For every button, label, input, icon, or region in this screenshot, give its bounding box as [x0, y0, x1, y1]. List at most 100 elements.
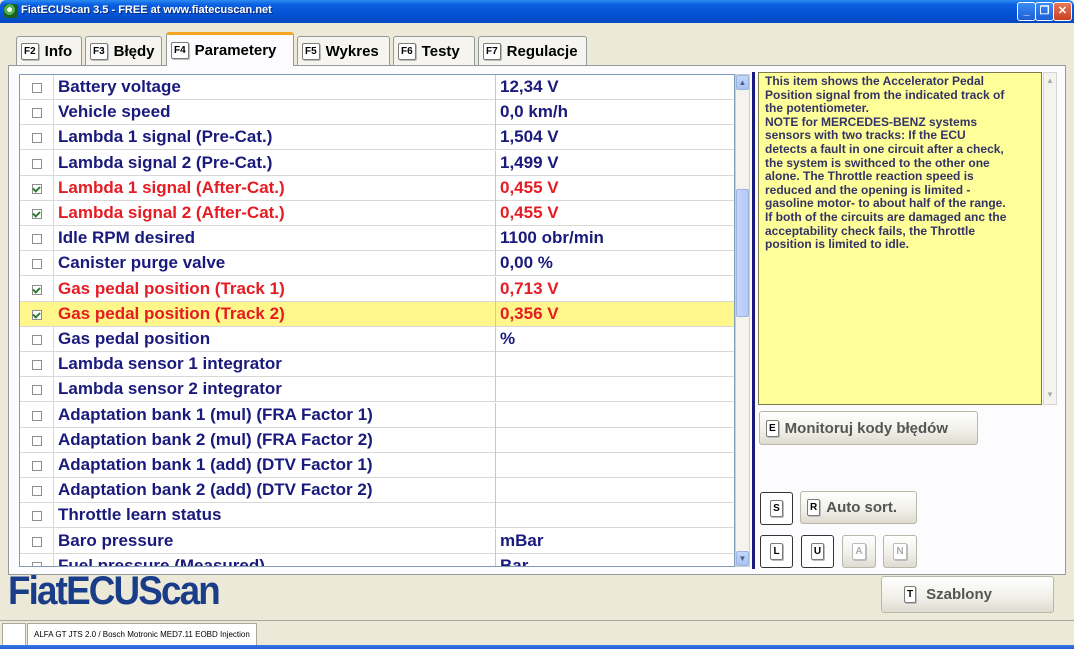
table-row[interactable]: Lambda signal 2 (After-Cat.) 0,455 V [20, 201, 734, 226]
parameter-table[interactable]: Battery voltage 12,34 V Vehicle speed 0,0 k… [19, 74, 735, 567]
parameter-value: 0,00 % [500, 253, 553, 273]
row-checkbox[interactable] [32, 83, 42, 93]
cell-divider [495, 75, 496, 100]
button-key: A [852, 543, 866, 560]
table-row[interactable]: Throttle learn status [20, 503, 734, 529]
table-row[interactable]: Lambda signal 2 (Pre-Cat.) 1,499 V [20, 150, 734, 176]
cell-divider [495, 251, 496, 277]
row-checkbox[interactable] [32, 435, 42, 446]
button-key: R [807, 499, 821, 516]
tab-regulacje[interactable]: F7 Regulacje [478, 36, 587, 65]
l-button[interactable]: L [760, 535, 793, 568]
table-row[interactable]: Baro pressure mBar [20, 528, 734, 554]
row-checkbox[interactable] [32, 461, 42, 471]
row-checkbox[interactable] [32, 234, 42, 245]
monitor-error-codes-button[interactable]: E Monitoruj kody błędów [759, 411, 978, 445]
parameter-value: 0,455 V [500, 177, 559, 197]
row-checkbox[interactable] [32, 385, 42, 396]
row-checkbox[interactable] [32, 209, 42, 219]
tab-testy[interactable]: F6 Testy [393, 36, 475, 65]
tab-label: Wykres [325, 42, 379, 60]
row-checkbox[interactable] [32, 133, 42, 144]
table-row[interactable]: Lambda sensor 2 integrator [20, 377, 734, 403]
table-row[interactable]: Canister purge valve 0,00 % [20, 251, 734, 277]
a-button[interactable]: A [842, 535, 876, 568]
row-checkbox[interactable] [32, 410, 42, 421]
tab-bledy[interactable]: F3 Błędy [85, 36, 162, 65]
scroll-down-icon[interactable]: ▼ [736, 551, 749, 566]
table-row[interactable]: Adaptation bank 1 (add) (DTV Factor 1) [20, 453, 734, 478]
parameter-value: 0,713 V [500, 278, 559, 298]
maximize-button[interactable]: ❐ [1035, 2, 1054, 21]
table-row[interactable]: Lambda 1 signal (After-Cat.) 0,455 V [20, 175, 734, 201]
row-checkbox[interactable] [32, 259, 42, 270]
fiatecuscan-window: FiatECUScan 3.5 - FREE at www.fiatecusca… [0, 0, 1074, 649]
tab-key: F4 [171, 42, 189, 59]
cell-divider [495, 125, 496, 151]
tab-label: Testy [421, 42, 460, 60]
tab-parametery[interactable]: F4 Parametery [166, 32, 294, 66]
button-key: E [766, 419, 779, 437]
tab-label: Info [44, 42, 73, 60]
parameter-name: Gas pedal position (Track 1) [58, 278, 285, 298]
row-checkbox[interactable] [32, 284, 42, 295]
table-row[interactable]: Gas pedal position (Track 1) 0,713 V [20, 276, 734, 302]
fiatecuscan-logo: FiatECUScan [8, 569, 221, 613]
table-row[interactable]: Battery voltage 12,34 V [20, 75, 734, 100]
title-bar[interactable]: FiatECUScan 3.5 - FREE at www.fiatecusca… [0, 0, 1074, 23]
cell-divider [495, 100, 496, 126]
row-checkbox[interactable] [32, 158, 42, 169]
button-key: L [770, 543, 783, 560]
tab-key: F2 [21, 42, 39, 60]
scroll-up-icon[interactable]: ▲ [1044, 75, 1056, 89]
scroll-down-icon[interactable]: ▼ [1044, 389, 1056, 403]
minimize-button[interactable]: _ [1017, 2, 1036, 21]
templates-button[interactable]: T Szablony [881, 576, 1054, 613]
cell-divider [495, 226, 496, 252]
parameter-name: Lambda 1 signal (After-Cat.) [58, 177, 285, 197]
description-scrollbar[interactable]: ▲ ▼ [1043, 72, 1057, 405]
parameter-name: Adaptation bank 2 (mul) (FRA Factor 2) [58, 429, 373, 449]
pane-divider[interactable] [752, 72, 755, 569]
parameter-name: Adaptation bank 1 (mul) (FRA Factor 1) [58, 404, 373, 424]
table-scrollbar[interactable]: ▲ ▼ [735, 74, 750, 567]
cell-divider [495, 301, 496, 327]
row-checkbox[interactable] [32, 486, 42, 497]
cell-divider [495, 276, 496, 302]
tab-wykres[interactable]: F5 Wykres [297, 36, 390, 65]
row-checkbox[interactable] [32, 536, 42, 547]
table-row[interactable]: Adaptation bank 2 (mul) (FRA Factor 2) [20, 427, 734, 453]
table-row[interactable]: Gas pedal position (Track 2) 0,356 V [20, 301, 734, 327]
tab-info[interactable]: F2 Info [16, 36, 82, 65]
parameter-value: 12,34 V [500, 77, 559, 96]
cell-divider [495, 553, 496, 566]
row-checkbox[interactable] [32, 309, 42, 320]
button-key: S [770, 500, 783, 517]
table-row[interactable]: Fuel pressure (Measured) Bar [20, 553, 734, 567]
table-row[interactable]: Adaptation bank 1 (mul) (FRA Factor 1) [20, 402, 734, 428]
row-checkbox[interactable] [32, 335, 42, 345]
row-checkbox[interactable] [32, 108, 42, 119]
table-row[interactable]: Gas pedal position % [20, 327, 734, 352]
row-checkbox[interactable] [32, 360, 42, 371]
scroll-thumb[interactable] [736, 189, 749, 317]
table-row[interactable]: Lambda sensor 1 integrator [20, 352, 734, 378]
n-button[interactable]: N [883, 535, 917, 568]
cell-divider [495, 427, 496, 453]
scroll-up-icon[interactable]: ▲ [736, 75, 749, 90]
table-row[interactable]: Vehicle speed 0,0 km/h [20, 100, 734, 126]
row-checkbox[interactable] [32, 561, 42, 566]
u-button[interactable]: U [801, 535, 834, 568]
row-checkbox[interactable] [32, 183, 42, 194]
close-button[interactable]: ✕ [1053, 2, 1072, 21]
cell-divider [495, 402, 496, 428]
taskbar-edge [0, 645, 1074, 649]
table-row[interactable]: Idle RPM desired 1100 obr/min [20, 226, 734, 252]
table-row[interactable]: Adaptation bank 2 (add) (DTV Factor 2) [20, 478, 734, 504]
table-row[interactable]: Lambda 1 signal (Pre-Cat.) 1,504 V [20, 125, 734, 151]
parameter-name: Fuel pressure (Measured) [58, 555, 265, 567]
s-button[interactable]: S [760, 492, 793, 525]
auto-sort-button[interactable]: R Auto sort. [800, 491, 917, 524]
tab-label: Parametery [194, 42, 277, 59]
row-checkbox[interactable] [32, 511, 42, 522]
